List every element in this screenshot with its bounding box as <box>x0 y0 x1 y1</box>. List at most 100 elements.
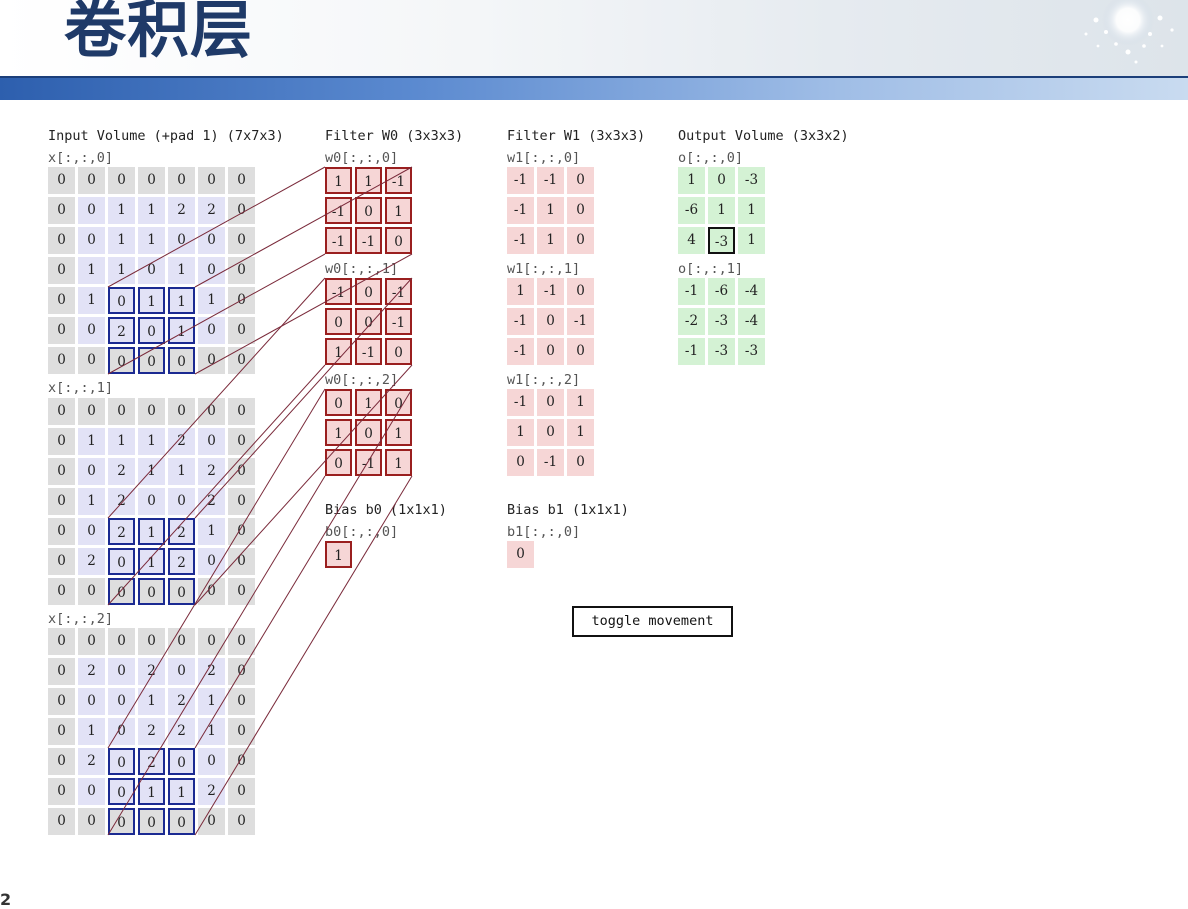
input-cell: 0 <box>228 257 255 284</box>
w1-slice-2-label: w1[:,:,2] <box>507 372 581 388</box>
input-cell: 1 <box>168 257 195 284</box>
w1-cell: -1 <box>537 278 564 305</box>
output-cell: -3 <box>738 338 765 365</box>
input-cell: 0 <box>198 548 225 575</box>
input-cell: 2 <box>108 458 135 485</box>
input-cell: 0 <box>228 688 255 715</box>
output-cell: 1 <box>738 227 765 254</box>
w1-slice-0-label: w1[:,:,0] <box>507 150 581 166</box>
w0-cell: 1 <box>325 419 352 446</box>
output-cell: 4 <box>678 227 705 254</box>
input-cell: 0 <box>228 347 255 374</box>
w1-cell: 0 <box>507 449 534 476</box>
output-volume-label: Output Volume (3x3x2) <box>678 128 849 144</box>
w0-slice-2-label: w0[:,:,2] <box>325 372 399 388</box>
input-cell: 0 <box>198 428 225 455</box>
input-cell: 0 <box>48 688 75 715</box>
input-cell: 0 <box>48 227 75 254</box>
w0-slice-1-label: w0[:,:,1] <box>325 261 399 277</box>
input-cell: 0 <box>48 167 75 194</box>
w1-cell: 1 <box>537 227 564 254</box>
input-cell: 1 <box>168 778 195 805</box>
input-cell: 0 <box>198 227 225 254</box>
input-cell: 0 <box>198 748 225 775</box>
input-cell: 0 <box>138 628 165 655</box>
w0-cell: -1 <box>385 167 412 194</box>
input-cell: 0 <box>228 718 255 745</box>
input-cell: 2 <box>108 518 135 545</box>
input-cell: 0 <box>48 518 75 545</box>
w1-cell: -1 <box>537 167 564 194</box>
input-cell: 0 <box>48 428 75 455</box>
w1-cell: 0 <box>567 338 594 365</box>
input-cell: 0 <box>78 458 105 485</box>
input-cell: 0 <box>48 317 75 344</box>
input-cell: 0 <box>198 578 225 605</box>
header-band <box>0 76 1188 100</box>
w1-cell: 1 <box>537 197 564 224</box>
w1-cell: 0 <box>537 308 564 335</box>
output-cell: -3 <box>708 227 735 254</box>
input-cell: 0 <box>168 227 195 254</box>
input-cell: 0 <box>228 428 255 455</box>
input-cell: 2 <box>138 658 165 685</box>
input-cell: 1 <box>78 488 105 515</box>
input-cell: 0 <box>108 808 135 835</box>
w1-cell: 0 <box>537 389 564 416</box>
filter-w0-label: Filter W0 (3x3x3) <box>325 128 464 144</box>
output-cell: -2 <box>678 308 705 335</box>
w0-cell: -1 <box>355 338 382 365</box>
input-cell: 1 <box>198 718 225 745</box>
input-cell: 0 <box>198 628 225 655</box>
output-cell: 1 <box>738 197 765 224</box>
input-cell: 0 <box>48 398 75 425</box>
input-cell: 0 <box>78 317 105 344</box>
input-cell: 0 <box>78 578 105 605</box>
w0-cell: 0 <box>355 308 382 335</box>
input-cell: 0 <box>168 748 195 775</box>
output-cell: -4 <box>738 308 765 335</box>
input-cell: 2 <box>198 458 225 485</box>
input-cell: 2 <box>168 548 195 575</box>
output-cell: -3 <box>708 308 735 335</box>
output-cell: -1 <box>678 278 705 305</box>
w1-cell: -1 <box>507 338 534 365</box>
input-cell: 0 <box>228 197 255 224</box>
input-cell: 1 <box>138 518 165 545</box>
w1-cell: 0 <box>567 449 594 476</box>
input-cell: 1 <box>78 718 105 745</box>
w0-cell: -1 <box>325 278 352 305</box>
w0-cell: 0 <box>385 227 412 254</box>
input-cell: 0 <box>78 227 105 254</box>
input-cell: 0 <box>138 317 165 344</box>
w1-cell: 0 <box>537 338 564 365</box>
input-cell: 2 <box>198 778 225 805</box>
input-cell: 0 <box>48 548 75 575</box>
input-cell: 0 <box>168 167 195 194</box>
toggle-movement-button[interactable]: toggle movement <box>572 606 733 637</box>
input-cell: 0 <box>108 658 135 685</box>
input-cell: 1 <box>168 317 195 344</box>
input-cell: 0 <box>168 398 195 425</box>
input-cell: 0 <box>228 808 255 835</box>
input-cell: 0 <box>198 347 225 374</box>
w0-cell: -1 <box>325 197 352 224</box>
input-cell: 0 <box>108 578 135 605</box>
input-cell: 0 <box>228 227 255 254</box>
output-slice-0-label: o[:,:,0] <box>678 150 744 166</box>
w1-cell: -1 <box>507 308 534 335</box>
w0-cell: 1 <box>325 167 352 194</box>
bias-b0-slice-label: b0[:,:,0] <box>325 524 399 540</box>
w1-cell: 1 <box>567 389 594 416</box>
w0-cell: 0 <box>385 389 412 416</box>
input-cell: 0 <box>198 167 225 194</box>
input-cell: 0 <box>168 658 195 685</box>
input-cell: 0 <box>48 458 75 485</box>
input-slice-0-label: x[:,:,0] <box>48 150 114 166</box>
input-cell: 1 <box>168 458 195 485</box>
input-cell: 0 <box>78 347 105 374</box>
w1-cell: 1 <box>507 278 534 305</box>
input-cell: 2 <box>78 548 105 575</box>
input-cell: 0 <box>228 518 255 545</box>
input-cell: 2 <box>168 428 195 455</box>
